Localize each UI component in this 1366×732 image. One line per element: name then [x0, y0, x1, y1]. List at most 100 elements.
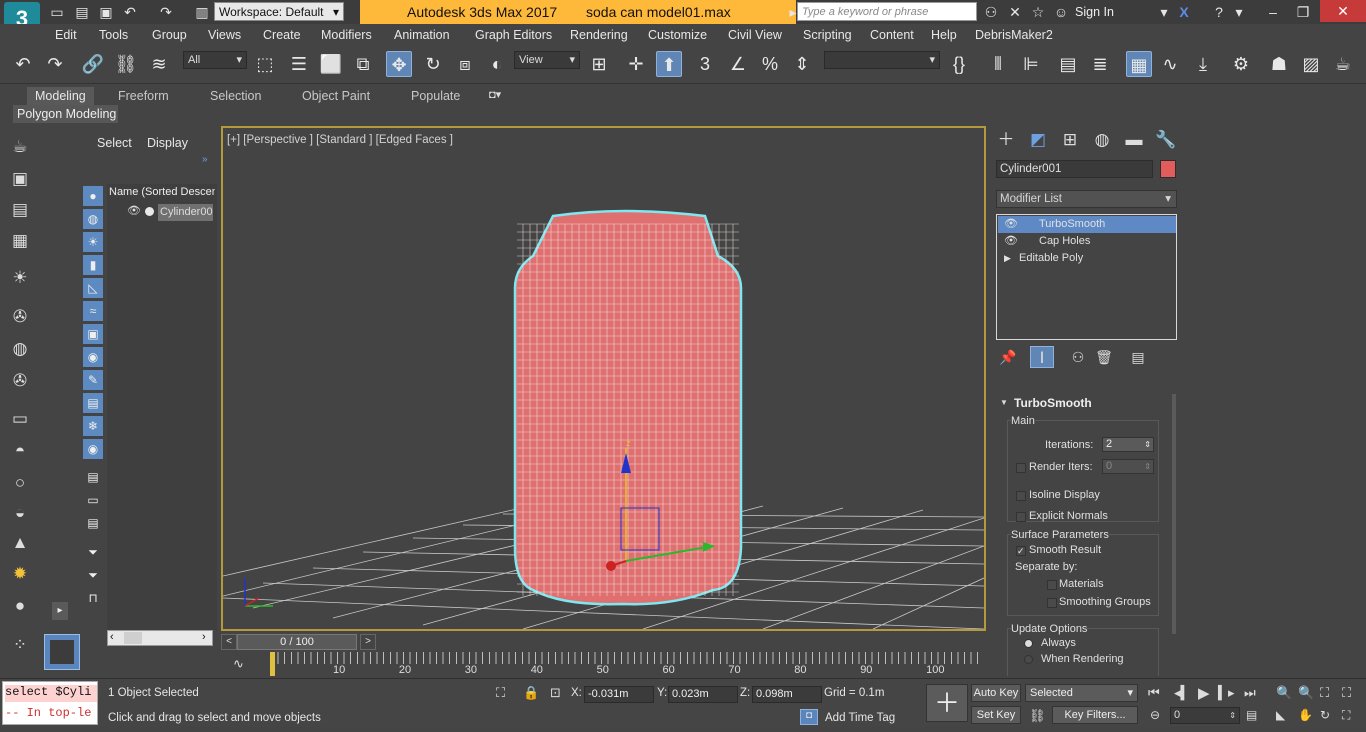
time-slider-thumb[interactable]: 0 / 100 — [237, 634, 357, 650]
stack-item-editable-poly[interactable]: ▶ Editable Poly — [998, 250, 1176, 267]
basket-icon[interactable]: ◒ — [8, 502, 32, 524]
ribbon-tab-modeling[interactable]: Modeling — [27, 87, 94, 105]
display-xrefs-icon[interactable]: ◉ — [83, 347, 103, 367]
select-by-name-icon[interactable]: ☰ — [286, 51, 312, 77]
menu-graph-editors[interactable]: Graph Editors — [475, 24, 552, 46]
add-time-tag[interactable]: Add Time Tag — [825, 712, 895, 724]
configure-modifier-sets-icon[interactable]: ▤ — [1126, 346, 1150, 368]
list-item-label[interactable]: Cylinder00 — [158, 204, 213, 221]
menu-edit[interactable]: Edit — [55, 24, 77, 46]
window-crossing-icon[interactable]: ⧉ — [350, 51, 376, 77]
show-end-result-icon[interactable]: I — [1030, 346, 1054, 368]
eye-icon[interactable]: 👁 — [1004, 233, 1018, 250]
x-coordinate-field[interactable]: -0.031m — [584, 686, 654, 703]
hierarchy-tab-icon[interactable]: ⊞ — [1058, 129, 1082, 151]
menu-help[interactable]: Help — [931, 24, 957, 46]
select-and-move-icon[interactable]: ✥ — [386, 51, 412, 77]
sign-in-chevron-icon[interactable]: ▾ — [1155, 3, 1173, 21]
material-editor-icon[interactable]: ⚙ — [1228, 51, 1254, 77]
user-icon[interactable]: ☺ — [1052, 3, 1070, 21]
key-mode-icon[interactable]: ⛓ — [1029, 708, 1046, 724]
set-key-big-button[interactable]: ＋ — [926, 684, 968, 722]
film-camera-icon[interactable]: ✇ — [8, 370, 32, 392]
time-configuration-icon[interactable]: ▤ — [1246, 708, 1257, 722]
bind-space-warp-icon[interactable]: ≋ — [146, 51, 172, 77]
selection-region-icon[interactable]: ⬜ — [318, 51, 344, 77]
absolute-mode-icon[interactable]: ⊡ — [550, 685, 561, 701]
display-bones-icon[interactable]: ✎ — [83, 370, 103, 390]
ribbon-tab-freeform[interactable]: Freeform — [118, 87, 169, 105]
save-icon[interactable]: ▣ — [97, 3, 115, 21]
tools-icon[interactable]: ✕ — [1006, 3, 1024, 21]
shortcut-column-expand-icon[interactable]: ▸ — [52, 602, 68, 620]
filter-funnel-2-icon[interactable]: ⏷ — [83, 565, 103, 585]
help-chevron-icon[interactable]: ▾ — [1230, 3, 1248, 21]
align-icon[interactable]: ⊫ — [1018, 51, 1044, 77]
display-shapes-icon[interactable]: ◍ — [83, 209, 103, 229]
smooth-result-checkbox[interactable]: ✓ — [1016, 546, 1026, 556]
minimize-icon[interactable]: – — [1264, 3, 1282, 21]
auto-key-button[interactable]: Auto Key — [971, 684, 1021, 702]
mirror-icon[interactable]: ⫴ — [985, 51, 1011, 77]
layer-toggle-icon[interactable]: ⊓ — [83, 588, 103, 608]
menu-animation[interactable]: Animation — [394, 24, 450, 46]
new-file-icon[interactable]: ▭ — [48, 3, 66, 21]
horizontal-scrollbar[interactable]: ‹ › — [107, 630, 213, 646]
name-column-header[interactable]: Name (Sorted Descen — [109, 186, 215, 202]
motion-tab-icon[interactable]: ◍ — [1090, 129, 1114, 151]
display-spacewarps-icon[interactable]: ≈ — [83, 301, 103, 321]
disc-icon[interactable]: ● — [8, 595, 32, 617]
menu-customize[interactable]: Customize — [648, 24, 707, 46]
rollout-title[interactable]: TurboSmooth — [1014, 396, 1092, 410]
zoom-extents-icon[interactable]: ⛶ — [1320, 685, 1329, 701]
selection-lock-icon[interactable]: 🔒 — [523, 685, 539, 701]
go-to-end-icon[interactable]: ⏭ — [1244, 685, 1256, 701]
menu-civil-view[interactable]: Civil View — [728, 24, 782, 46]
spinner-arrows-icon[interactable]: ⇕ — [1144, 460, 1151, 473]
zoom-all-icon[interactable]: 🔍 — [1298, 685, 1314, 701]
light-icon[interactable]: ☀ — [8, 267, 32, 289]
menu-group[interactable]: Group — [152, 24, 187, 46]
maxscript-listener[interactable]: select $Cyli -- In top-le — [2, 681, 98, 725]
display-lights-icon[interactable]: ☀ — [83, 232, 103, 252]
isolate-selection-icon[interactable]: ⛶ — [496, 685, 505, 701]
display-helpers-icon[interactable]: ◺ — [83, 278, 103, 298]
object-name-field[interactable]: Cylinder001 — [996, 160, 1153, 178]
maximize-icon[interactable]: ❐ — [1294, 3, 1312, 21]
select-and-rotate-icon[interactable]: ↻ — [420, 51, 446, 77]
add-time-tag-icon[interactable]: ◘ — [800, 709, 818, 725]
rendered-frame-window-icon[interactable]: ▨ — [1298, 51, 1324, 77]
when-rendering-radio[interactable] — [1024, 655, 1033, 664]
filter-funnel-icon[interactable]: ⏷ — [83, 542, 103, 562]
maximize-viewport-icon[interactable]: ⛶ — [1342, 708, 1350, 723]
redo-icon[interactable]: ↷ — [157, 3, 175, 21]
utilities-tab-icon[interactable]: 🔧 — [1154, 129, 1178, 151]
scroll-left-icon[interactable]: ‹ — [110, 631, 114, 643]
stack-item-cap-holes[interactable]: 👁 Cap Holes — [998, 233, 1176, 250]
selection-filter-dropdown[interactable]: All ▾ — [183, 51, 247, 69]
redo-icon[interactable]: ↷ — [42, 51, 68, 77]
stack-item-turbosmooth[interactable]: 👁 TurboSmooth — [998, 216, 1176, 233]
materials-checkbox[interactable] — [1047, 580, 1057, 590]
current-frame-marker[interactable] — [270, 652, 275, 676]
eye-icon[interactable]: 👁 — [1004, 216, 1018, 233]
toggle-ribbon-icon[interactable]: ▦ — [1126, 51, 1152, 77]
key-mode-toggle-icon[interactable]: ⊖ — [1150, 708, 1160, 722]
spinner-snap-icon[interactable]: ⇕ — [789, 51, 815, 77]
reference-coordinate-dropdown[interactable]: View ▾ — [514, 51, 580, 69]
display-containers-icon[interactable]: ▤ — [83, 393, 103, 413]
select-and-place-icon[interactable]: ◐ — [484, 51, 510, 77]
workspace-dropdown[interactable]: Workspace: Default ▾ — [214, 2, 344, 21]
cone-icon[interactable]: ▲ — [8, 532, 32, 554]
play-icon[interactable]: ▶ — [1198, 684, 1210, 702]
selected-dropdown[interactable]: Selected ▾ — [1025, 684, 1138, 702]
z-coordinate-field[interactable]: 0.098m — [752, 686, 822, 703]
exchange-icon[interactable]: X — [1175, 3, 1193, 21]
ribbon-tab-object-paint[interactable]: Object Paint — [302, 87, 370, 105]
edit-named-selection-icon[interactable]: {} — [946, 51, 972, 77]
curve-editor-mini-icon[interactable]: ∿ — [233, 656, 244, 672]
y-coordinate-field[interactable]: 0.023m — [668, 686, 738, 703]
orbit-icon[interactable]: ↻ — [1320, 708, 1330, 722]
iterations-spinner[interactable]: 2 ⇕ — [1102, 437, 1154, 452]
snaps-toggle-icon[interactable]: 3 — [692, 51, 718, 77]
